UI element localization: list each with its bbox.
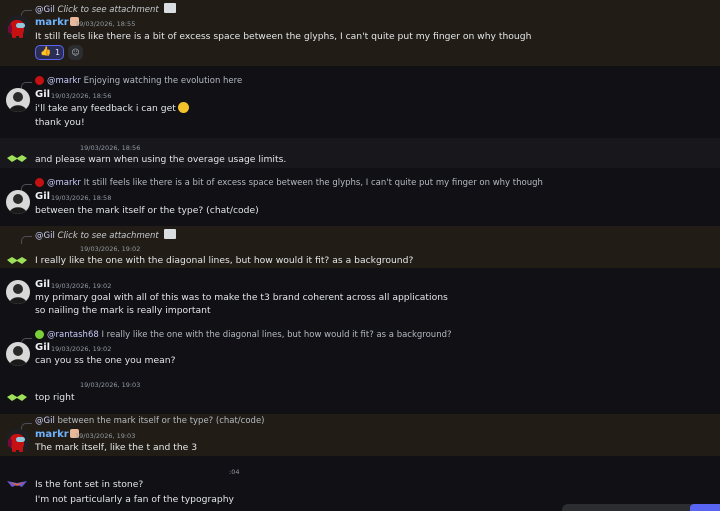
- reply-text[interactable]: It still feels like there is a bit of ex…: [84, 178, 543, 188]
- lime-avatar-icon: [7, 394, 27, 401]
- gil-avatar-icon: [6, 190, 30, 214]
- reaction-count: 1: [55, 48, 61, 57]
- message-gil-3: Gil 19/03/2026, 19:02 my primary goal wi…: [0, 268, 720, 326]
- gil-avatar-icon: [6, 88, 30, 112]
- message-lime-2: 19/03/2026, 19:03 top right: [0, 376, 720, 414]
- reply-author[interactable]: @rantash68: [47, 330, 99, 340]
- timestamp[interactable]: 19/03/2026, 18:56: [51, 92, 111, 100]
- gil-avatar-icon: [6, 280, 30, 304]
- lime-avatar-icon: [7, 257, 27, 264]
- message-text: Is the font set in stone?: [35, 479, 144, 490]
- timestamp[interactable]: 19/03/2026, 18:56: [80, 144, 140, 152]
- reply-preview[interactable]: @markr It still feels like there is a bi…: [35, 178, 543, 188]
- message-text: It still feels like there is a bit of ex…: [35, 31, 532, 42]
- reply-author[interactable]: @markr: [47, 76, 81, 86]
- message-gil-4: @rantash68 I really like the one with th…: [0, 326, 720, 376]
- username[interactable]: Gil: [35, 191, 50, 202]
- avatar[interactable]: [6, 342, 30, 366]
- message-text: so nailing the mark is really important: [35, 305, 211, 316]
- message-markr-1: @Gil Click to see attachment markr 19/03…: [0, 0, 720, 66]
- username[interactable]: Gil: [35, 89, 50, 100]
- image-icon: [164, 229, 177, 239]
- message-gil-1: @markr Enjoying watching the evolution h…: [0, 66, 720, 138]
- message-continuation: 19/03/2026, 18:56 and please warn when u…: [0, 138, 720, 168]
- lime-avatar-icon: [7, 155, 27, 162]
- reply-preview[interactable]: @Gil Click to see attachment: [35, 229, 177, 241]
- username-text[interactable]: markr: [35, 17, 69, 28]
- message-text: my primary goal with all of this was to …: [35, 292, 448, 303]
- message-text: i'll take any feedback i can get: [35, 102, 189, 114]
- reply-preview[interactable]: @markr Enjoying watching the evolution h…: [35, 76, 242, 86]
- reply-avatar: [35, 76, 44, 85]
- reply-preview[interactable]: @Gil between the mark itself or the type…: [35, 416, 265, 426]
- message-text: I'm not particularly a fan of the typogr…: [35, 494, 234, 505]
- smile-emoji-icon: [177, 102, 189, 113]
- image-icon: [164, 3, 177, 13]
- avatar[interactable]: [6, 15, 30, 39]
- reply-text[interactable]: I really like the one with the diagonal …: [101, 330, 451, 340]
- timestamp[interactable]: 19/03/2026, 19:02: [51, 345, 111, 353]
- gil-avatar-icon: [6, 342, 30, 366]
- message-text: can you ss the one you mean?: [35, 355, 176, 366]
- composer-button[interactable]: [690, 504, 720, 511]
- avatar[interactable]: [6, 429, 30, 453]
- reaction-thumbs-up[interactable]: 👍 1: [35, 45, 64, 60]
- reply-spine-icon: [21, 236, 32, 244]
- username[interactable]: Gil: [35, 342, 50, 353]
- reply-avatar: [35, 330, 44, 339]
- message-markr-2: @Gil between the mark itself or the type…: [0, 414, 720, 456]
- avatar[interactable]: [6, 280, 30, 304]
- username-text[interactable]: markr: [35, 429, 69, 440]
- among-us-avatar-icon: [8, 434, 25, 452]
- message-text: top right: [35, 392, 75, 403]
- message-lime-1: @Gil Click to see attachment 19/03/2026,…: [0, 226, 720, 268]
- reply-author[interactable]: @markr: [47, 178, 81, 188]
- message-gil-2: @markr It still feels like there is a bi…: [0, 168, 720, 226]
- reply-preview[interactable]: @Gil Click to see attachment: [35, 3, 177, 15]
- message-text: The mark itself, like the t and the 3: [35, 442, 198, 453]
- add-reaction-icon[interactable]: ☺: [68, 45, 83, 60]
- timestamp[interactable]: 19/03/2026, 19:02: [80, 245, 140, 253]
- message-user-3: :04 Is the font set in stone? I'm not pa…: [0, 456, 720, 511]
- username[interactable]: Gil: [35, 279, 50, 290]
- reaction-emoji: 👍: [40, 47, 52, 57]
- avatar[interactable]: [6, 190, 30, 214]
- message-text: between the mark itself or the type? (ch…: [35, 205, 259, 216]
- avatar[interactable]: [6, 88, 30, 112]
- reply-text[interactable]: Click to see attachment: [58, 231, 159, 241]
- timestamp[interactable]: 19/03/2026, 18:58: [51, 194, 111, 202]
- timestamp[interactable]: :04: [229, 468, 239, 476]
- reply-text[interactable]: between the mark itself or the type? (ch…: [58, 416, 265, 426]
- reply-preview[interactable]: @rantash68 I really like the one with th…: [35, 330, 452, 340]
- message-text: thank you!: [35, 117, 85, 128]
- timestamp[interactable]: 19/03/2026, 19:02: [51, 282, 111, 290]
- message-text: and please warn when using the overage u…: [35, 154, 287, 165]
- message-text: I really like the one with the diagonal …: [35, 255, 414, 266]
- timestamp[interactable]: 19/03/2026, 19:03: [75, 432, 135, 440]
- reply-author[interactable]: @Gil: [35, 416, 55, 426]
- composer-bar[interactable]: [562, 504, 720, 511]
- among-us-avatar-icon: [8, 20, 25, 38]
- reply-author[interactable]: @Gil: [35, 5, 55, 15]
- reply-text[interactable]: Enjoying watching the evolution here: [84, 76, 243, 86]
- reply-avatar: [35, 178, 44, 187]
- user-avatar-icon: [7, 481, 27, 487]
- message-text-line: i'll take any feedback i can get: [35, 103, 176, 114]
- timestamp[interactable]: 19/03/2026, 19:03: [80, 381, 140, 389]
- reply-text[interactable]: Click to see attachment: [58, 5, 159, 15]
- reply-author[interactable]: @Gil: [35, 231, 55, 241]
- timestamp[interactable]: 19/03/2026, 18:55: [75, 20, 135, 28]
